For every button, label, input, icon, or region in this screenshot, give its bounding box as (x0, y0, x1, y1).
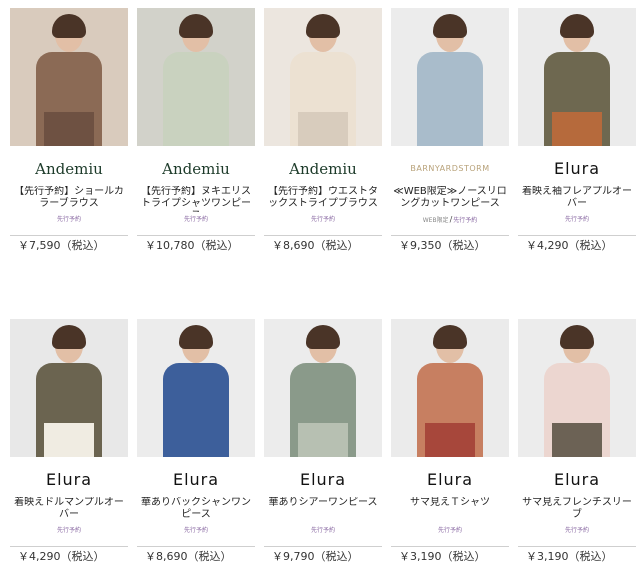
product-card[interactable]: Elura 着映えドルマンプルオーバー 先行予約 ￥4,290（税込） (10, 319, 128, 564)
brand-label: Elura (299, 470, 347, 489)
product-price: ￥4,290（税込） (526, 239, 613, 252)
preorder-tag: 先行予約 (453, 217, 478, 224)
product-price: ￥3,190（税込） (399, 550, 486, 563)
product-card[interactable]: BARNYARDSTORM ≪WEB限定≫ノースリロングカットワンピース WEB… (391, 8, 509, 253)
brand-label: Andemiu (289, 160, 357, 178)
product-image[interactable] (518, 319, 636, 457)
divider (137, 235, 255, 236)
divider (264, 235, 382, 236)
brand-label: Andemiu (35, 160, 103, 178)
preorder-tag: 先行予約 (564, 527, 589, 534)
product-card[interactable]: Elura 華ありシアーワンピース 先行予約 ￥9,790（税込） (264, 319, 382, 564)
product-price: ￥4,290（税込） (18, 550, 105, 563)
product-card[interactable]: Elura サマ見えフレンチスリーブ 先行予約 ￥3,190（税込） (518, 319, 636, 564)
product-card[interactable]: Elura 華ありバックシャンワンピース 先行予約 ￥8,690（税込） (137, 319, 255, 564)
preorder-tag: 先行予約 (310, 216, 335, 223)
product-card[interactable]: Andemiu 【先行予約】ヌキエリストライプシャツワンピース 先行予約 ￥10… (137, 8, 255, 253)
product-card[interactable]: Elura 着映え袖フレアプルオーバー 先行予約 ￥4,290（税込） (518, 8, 636, 253)
divider (391, 546, 509, 547)
tag-separator: / (449, 215, 453, 224)
product-title[interactable]: ≪WEB限定≫ノースリロングカットワンピース (391, 186, 509, 212)
preorder-tag: 先行予約 (56, 216, 81, 223)
product-image[interactable] (264, 8, 382, 146)
tag-row: 先行予約 (137, 524, 255, 538)
brand-label: Elura (553, 470, 601, 489)
product-image[interactable] (391, 319, 509, 457)
product-price: ￥9,790（税込） (272, 550, 359, 563)
brand-label: Andemiu (162, 160, 230, 178)
divider (518, 546, 636, 547)
product-price: ￥8,690（税込） (272, 239, 359, 252)
product-title[interactable]: サマ見えフレンチスリーブ (518, 497, 636, 523)
divider (391, 235, 509, 236)
preorder-tag: 先行予約 (183, 527, 208, 534)
product-price: ￥9,350（税込） (399, 239, 486, 252)
preorder-tag: 先行予約 (310, 527, 335, 534)
product-title[interactable]: サマ見えＴシャツ (391, 497, 509, 523)
tag-row: 先行予約 (10, 524, 128, 538)
tag-row: 先行予約 (518, 524, 636, 538)
product-card[interactable]: Elura サマ見えＴシャツ 先行予約 ￥3,190（税込） (391, 319, 509, 564)
product-price: ￥8,690（税込） (145, 550, 232, 563)
web-only-tag: WEB限定 (422, 217, 449, 224)
brand-label: Elura (45, 470, 93, 489)
product-card[interactable]: Andemiu 【先行予約】ショールカラーブラウス 先行予約 ￥7,590（税込… (10, 8, 128, 253)
divider (137, 546, 255, 547)
product-image[interactable] (391, 8, 509, 146)
product-title[interactable]: 【先行予約】ヌキエリストライプシャツワンピース (137, 186, 255, 212)
tag-row: 先行予約 (264, 524, 382, 538)
product-image[interactable] (137, 8, 255, 146)
brand-label: Elura (172, 470, 220, 489)
product-title[interactable]: 着映えドルマンプルオーバー (10, 497, 128, 523)
product-title[interactable]: 【先行予約】ウエストタックストライプブラウス (264, 186, 382, 212)
preorder-tag: 先行予約 (564, 216, 589, 223)
preorder-tag: 先行予約 (437, 527, 462, 534)
product-card[interactable]: Andemiu 【先行予約】ウエストタックストライプブラウス 先行予約 ￥8,6… (264, 8, 382, 253)
product-price: ￥10,780（税込） (145, 239, 239, 252)
product-image[interactable] (264, 319, 382, 457)
brand-label: Elura (426, 470, 474, 489)
tag-row: 先行予約 (391, 524, 509, 538)
divider (10, 235, 128, 236)
product-title[interactable]: 華ありバックシャンワンピース (137, 497, 255, 523)
product-image[interactable] (137, 319, 255, 457)
tag-row: 先行予約 (137, 213, 255, 227)
divider (264, 546, 382, 547)
product-price: ￥7,590（税込） (18, 239, 105, 252)
product-price: ￥3,190（税込） (526, 550, 613, 563)
preorder-tag: 先行予約 (183, 216, 208, 223)
divider (518, 235, 636, 236)
tag-row: 先行予約 (264, 213, 382, 227)
brand-label: Elura (553, 159, 601, 178)
product-image[interactable] (10, 8, 128, 146)
preorder-tag: 先行予約 (56, 527, 81, 534)
product-image[interactable] (518, 8, 636, 146)
brand-label: BARNYARDSTORM (410, 164, 490, 173)
product-image[interactable] (10, 319, 128, 457)
product-grid: Andemiu 【先行予約】ショールカラーブラウス 先行予約 ￥7,590（税込… (0, 0, 644, 582)
product-title[interactable]: 【先行予約】ショールカラーブラウス (10, 186, 128, 212)
tag-row: 先行予約 (10, 213, 128, 227)
divider (10, 546, 128, 547)
tag-row: 先行予約 (518, 213, 636, 227)
tag-row: WEB限定/先行予約 (391, 213, 509, 227)
product-title[interactable]: 着映え袖フレアプルオーバー (518, 186, 636, 212)
product-title[interactable]: 華ありシアーワンピース (264, 497, 382, 523)
